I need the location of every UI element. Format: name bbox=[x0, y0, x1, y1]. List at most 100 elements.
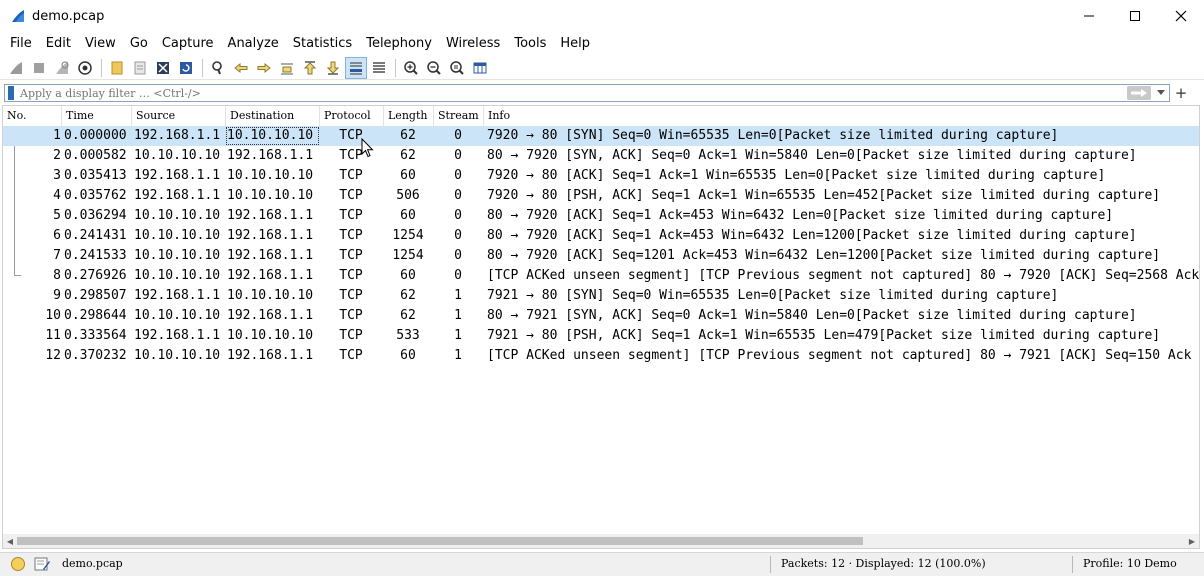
packet-length: 62 bbox=[400, 148, 416, 163]
packet-no: 6 bbox=[53, 228, 61, 243]
open-file-icon bbox=[111, 61, 123, 74]
status-separator bbox=[1072, 556, 1073, 573]
zoom-out-button[interactable] bbox=[423, 57, 445, 79]
table-row[interactable]: 12 0.370232 10.10.10.10 192.168.1.1 TCP 60 1 [T… bbox=[3, 346, 1199, 366]
table-row[interactable]: 2 0.000582 10.10.10.10 192.168.1.1 TCP 62 0 80 … bbox=[3, 146, 1199, 166]
table-row[interactable]: 10 0.298644 10.10.10.10 192.168.1.1 TCP 62 1 80… bbox=[3, 306, 1199, 326]
go-forward-button[interactable] bbox=[253, 57, 275, 79]
table-row[interactable]: 4 0.035762 192.168.1.1 10.10.10.10 TCP 506 0 79… bbox=[3, 186, 1199, 206]
add-filter-button[interactable]: + bbox=[1172, 84, 1190, 102]
filter-bookmark-icon[interactable] bbox=[8, 86, 14, 100]
close-file-button[interactable] bbox=[152, 57, 174, 79]
chevron-down-icon bbox=[1157, 90, 1165, 95]
menu-statistics[interactable]: Statistics bbox=[286, 33, 359, 55]
packet-stream: 0 bbox=[454, 248, 462, 263]
menu-telephony[interactable]: Telephony bbox=[359, 33, 439, 55]
scroll-left-icon[interactable]: ◀ bbox=[3, 534, 17, 548]
menu-capture[interactable]: Capture bbox=[155, 33, 221, 55]
packet-no: 9 bbox=[53, 288, 61, 303]
title-bar: demo.pcap bbox=[0, 0, 1204, 32]
packet-no: 11 bbox=[45, 328, 61, 343]
packet-no: 5 bbox=[53, 208, 61, 223]
column-header-length[interactable]: Length bbox=[384, 106, 434, 126]
packet-protocol: TCP bbox=[339, 188, 363, 203]
colorize-button[interactable] bbox=[368, 57, 390, 79]
table-row[interactable]: 9 0.298507 192.168.1.1 10.10.10.10 TCP 62 1 792… bbox=[3, 286, 1199, 306]
horizontal-scrollbar-thumb[interactable] bbox=[17, 537, 863, 545]
find-packet-button[interactable] bbox=[207, 57, 229, 79]
column-header-destination[interactable]: Destination bbox=[226, 106, 320, 126]
restart-capture-button[interactable] bbox=[51, 57, 73, 79]
capture-options-button[interactable] bbox=[74, 57, 96, 79]
close-button[interactable] bbox=[1158, 0, 1204, 32]
minimize-button[interactable] bbox=[1066, 0, 1112, 32]
table-row[interactable]: 6 0.241431 10.10.10.10 192.168.1.1 TCP 1254 0 8… bbox=[3, 226, 1199, 246]
go-first-packet-button[interactable] bbox=[299, 57, 321, 79]
column-header-stream[interactable]: Stream bbox=[434, 106, 484, 126]
packet-protocol: TCP bbox=[339, 208, 363, 223]
table-row[interactable]: 8 0.276926 10.10.10.10 192.168.1.1 TCP 60 0 [TC… bbox=[3, 266, 1199, 286]
menu-wireless[interactable]: Wireless bbox=[439, 33, 507, 55]
menu-go[interactable]: Go bbox=[123, 33, 155, 55]
scroll-right-icon[interactable]: ▶ bbox=[1185, 534, 1199, 548]
colorize-icon bbox=[373, 61, 385, 73]
packet-length: 1254 bbox=[392, 248, 424, 263]
table-row[interactable]: 1 0.000000 192.168.1.1 10.10.10.10 TCP 62 0 792… bbox=[3, 126, 1199, 146]
status-bar: demo.pcap Packets: 12 · Displayed: 12 (1… bbox=[0, 552, 1204, 576]
packet-info: 80 → 7921 [SYN, ACK] Seq=0 Ack=1 Win=584… bbox=[487, 308, 1137, 323]
resize-columns-button[interactable] bbox=[469, 57, 491, 79]
display-filter-input[interactable] bbox=[20, 86, 1127, 100]
go-first-packet-icon bbox=[303, 60, 317, 74]
packet-info: 7920 → 80 [SYN] Seq=0 Win=65535 Len=0[Pa… bbox=[487, 128, 1059, 143]
go-to-packet-button[interactable] bbox=[276, 57, 298, 79]
zoom-in-button[interactable] bbox=[400, 57, 422, 79]
menu-analyze[interactable]: Analyze bbox=[221, 33, 286, 55]
packet-length: 60 bbox=[400, 348, 416, 363]
go-last-packet-button[interactable] bbox=[322, 57, 344, 79]
packet-source: 10.10.10.10 bbox=[134, 248, 221, 263]
menu-file[interactable]: File bbox=[3, 33, 39, 55]
packet-destination: 192.168.1.1 bbox=[227, 148, 314, 163]
zoom-in-icon bbox=[404, 60, 418, 75]
column-header-no[interactable]: No. bbox=[3, 106, 62, 126]
column-header-source[interactable]: Source bbox=[132, 106, 226, 126]
packet-source: 192.168.1.1 bbox=[134, 188, 221, 203]
normal-size-button[interactable] bbox=[446, 57, 468, 79]
capture-comment-icon[interactable] bbox=[34, 556, 50, 572]
column-header-protocol[interactable]: Protocol bbox=[320, 106, 384, 126]
filter-history-dropdown[interactable] bbox=[1155, 90, 1167, 96]
packet-info: 80 → 7920 [ACK] Seq=1201 Ack=453 Win=643… bbox=[487, 248, 1161, 263]
menu-help[interactable]: Help bbox=[553, 33, 597, 55]
packet-stream: 0 bbox=[454, 148, 462, 163]
save-file-button[interactable] bbox=[129, 57, 151, 79]
table-row[interactable]: 11 0.333564 192.168.1.1 10.10.10.10 TCP 533 1 7… bbox=[3, 326, 1199, 346]
column-header-time[interactable]: Time bbox=[62, 106, 132, 126]
packet-stream: 0 bbox=[454, 188, 462, 203]
auto-scroll-button[interactable] bbox=[345, 56, 367, 79]
status-profile[interactable]: Profile: 10 Demo bbox=[1083, 557, 1177, 570]
go-back-button[interactable] bbox=[230, 57, 252, 79]
menu-view[interactable]: View bbox=[78, 33, 123, 55]
go-to-packet-icon bbox=[281, 63, 293, 74]
menu-edit[interactable]: Edit bbox=[39, 33, 78, 55]
close-file-icon bbox=[157, 61, 169, 74]
menu-tools[interactable]: Tools bbox=[507, 33, 553, 55]
packet-stream: 1 bbox=[454, 308, 462, 323]
table-row[interactable]: 7 0.241533 10.10.10.10 192.168.1.1 TCP 1254 0 8… bbox=[3, 246, 1199, 266]
start-capture-button[interactable] bbox=[5, 57, 27, 79]
packet-destination: 10.10.10.10 bbox=[227, 168, 314, 183]
column-header-info[interactable]: Info bbox=[484, 106, 1199, 126]
open-file-button[interactable] bbox=[106, 57, 128, 79]
expert-info-led-icon[interactable] bbox=[11, 557, 25, 571]
packet-info: 7920 → 80 [ACK] Seq=1 Ack=1 Win=65535 Le… bbox=[487, 168, 1106, 183]
maximize-button[interactable] bbox=[1112, 0, 1158, 32]
table-row[interactable]: 5 0.036294 10.10.10.10 192.168.1.1 TCP 60 0 80 … bbox=[3, 206, 1199, 226]
table-row[interactable]: 3 0.035413 192.168.1.1 10.10.10.10 TCP 60 0 792… bbox=[3, 166, 1199, 186]
packet-length: 60 bbox=[400, 208, 416, 223]
packet-no: 3 bbox=[53, 168, 61, 183]
horizontal-scrollbar[interactable]: ◀ ▶ bbox=[3, 534, 1199, 548]
apply-filter-button[interactable] bbox=[1127, 86, 1151, 100]
reload-file-button[interactable] bbox=[175, 57, 197, 79]
packet-stream: 0 bbox=[454, 228, 462, 243]
stop-capture-button[interactable] bbox=[28, 57, 50, 79]
